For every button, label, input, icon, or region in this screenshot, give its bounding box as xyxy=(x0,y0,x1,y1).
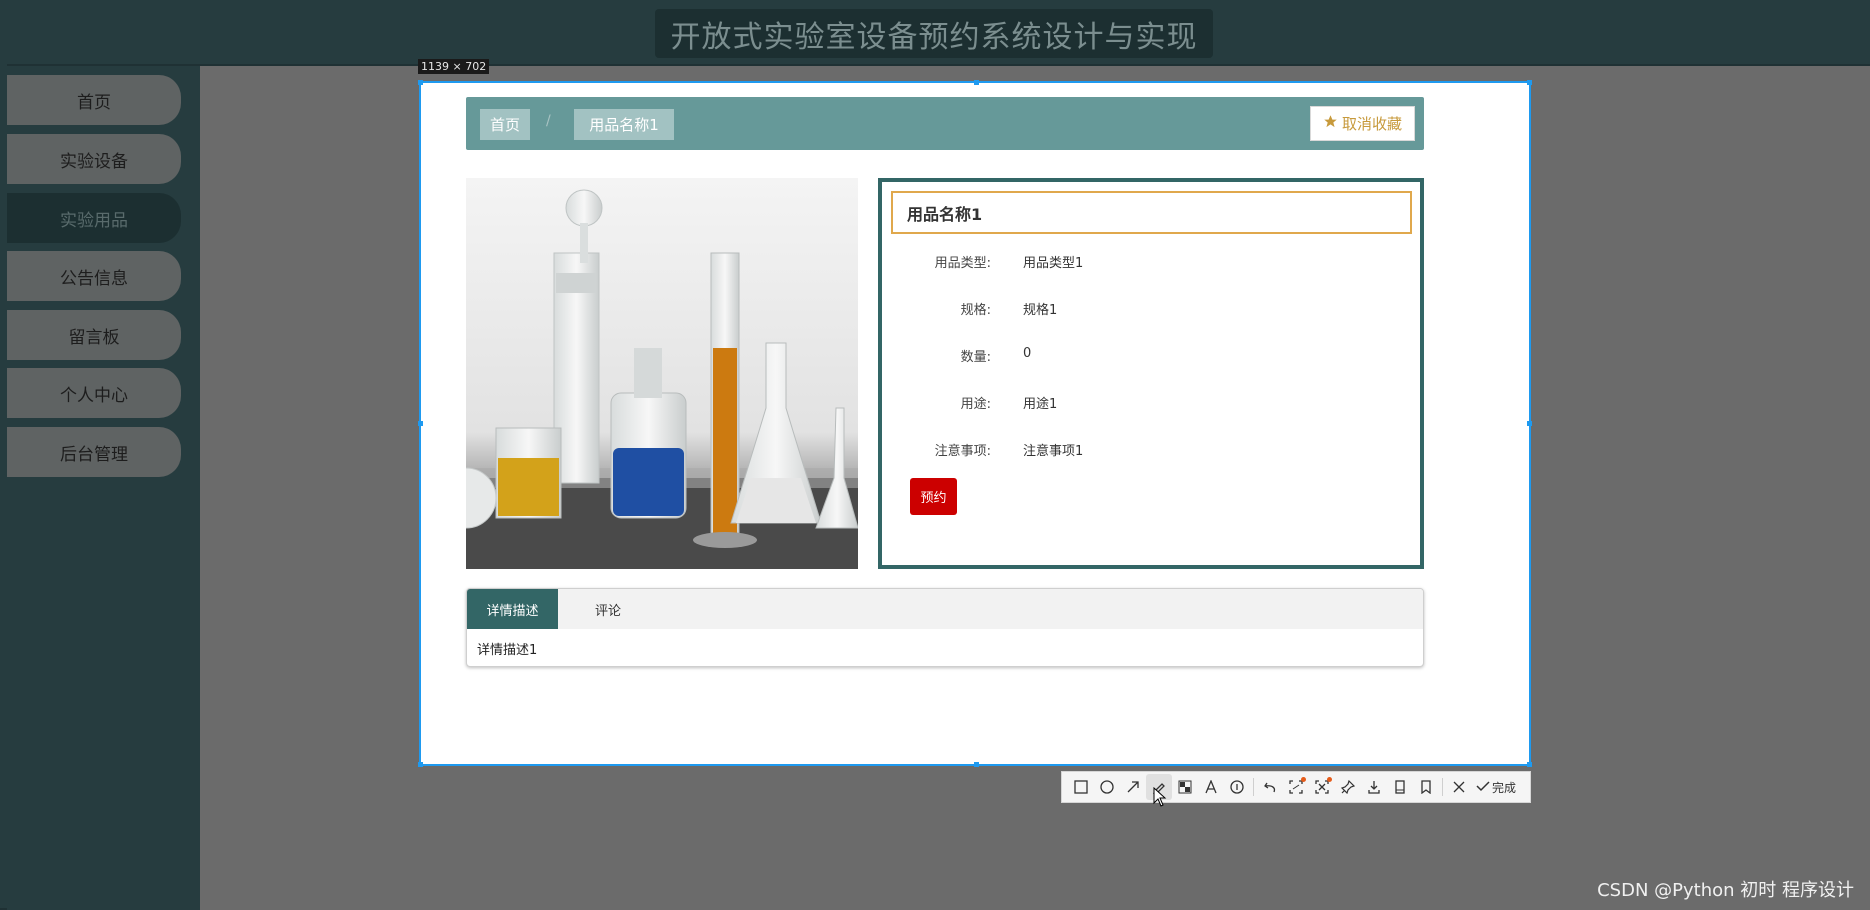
sidebar-item-personal-center[interactable]: 个人中心 xyxy=(7,368,181,418)
new-badge xyxy=(1327,777,1332,782)
rectangle-icon[interactable] xyxy=(1068,774,1094,800)
resize-handle[interactable] xyxy=(1527,421,1532,426)
toolbar-divider xyxy=(1442,778,1443,796)
field-value: 用途1 xyxy=(1023,397,1058,412)
undo-icon[interactable] xyxy=(1257,774,1283,800)
field-row-spec: 规格: 规格1 xyxy=(882,299,1412,319)
watermark: CSDN @Python 初时 程序设计 xyxy=(1597,880,1854,901)
breadcrumb-current: 用品名称1 xyxy=(574,109,674,140)
done-label: 完成 xyxy=(1492,780,1517,795)
check-icon xyxy=(1476,779,1490,796)
save-icon[interactable] xyxy=(1413,774,1439,800)
field-row-usage: 用途: 用途1 xyxy=(882,393,1412,413)
field-label: 注意事项: xyxy=(934,444,991,459)
field-row-notes: 注意事项: 注意事项1 xyxy=(882,440,1412,460)
field-value: 注意事项1 xyxy=(1023,444,1084,459)
close-icon[interactable] xyxy=(1446,774,1472,800)
reserve-button[interactable]: 预约 xyxy=(910,478,957,515)
download-icon[interactable] xyxy=(1361,774,1387,800)
field-label: 用途: xyxy=(960,397,991,412)
product-name: 用品名称1 xyxy=(891,191,1412,234)
field-label: 数量: xyxy=(960,350,991,365)
app-title: 开放式实验室设备预约系统设计与实现 xyxy=(655,9,1213,58)
done-button[interactable]: 完成 xyxy=(1476,779,1516,796)
field-label: 规格: xyxy=(960,303,991,318)
sidebar-item-home[interactable]: 首页 xyxy=(7,75,181,125)
sidebar-item-announcements[interactable]: 公告信息 xyxy=(7,251,181,301)
toolbar-divider xyxy=(1253,778,1254,796)
mouse-cursor-icon xyxy=(1153,786,1167,811)
long-screenshot-icon[interactable] xyxy=(1387,774,1413,800)
screenshot-selection-frame[interactable]: 首页 / 用品名称1 取消收藏 用品名称1 用品类型: 用品类型1 规格: 规格… xyxy=(418,80,1532,767)
arrow-icon[interactable] xyxy=(1120,774,1146,800)
product-image xyxy=(466,178,858,569)
field-value: 用品类型1 xyxy=(1023,256,1084,271)
field-label: 用品类型: xyxy=(934,256,991,271)
pin-icon[interactable] xyxy=(1335,774,1361,800)
resize-handle[interactable] xyxy=(1527,762,1532,767)
sidebar-item-message-board[interactable]: 留言板 xyxy=(7,310,181,360)
resize-handle[interactable] xyxy=(418,80,423,85)
resize-handle[interactable] xyxy=(418,421,423,426)
scan-icon[interactable] xyxy=(1309,774,1335,800)
text-icon[interactable] xyxy=(1198,774,1224,800)
sidebar-item-admin[interactable]: 后台管理 xyxy=(7,427,181,477)
field-value: 规格1 xyxy=(1023,303,1058,318)
field-value: 0 xyxy=(1023,346,1032,361)
breadcrumb-home[interactable]: 首页 xyxy=(480,109,530,140)
resize-handle[interactable] xyxy=(974,80,979,85)
field-row-quantity: 数量: 0 xyxy=(882,346,1412,366)
tab-description[interactable]: 详情描述 xyxy=(467,589,558,629)
new-badge xyxy=(1301,777,1306,782)
mosaic-icon[interactable] xyxy=(1172,774,1198,800)
unfavorite-button[interactable]: 取消收藏 xyxy=(1310,106,1415,141)
top-header: 开放式实验室设备预约系统设计与实现 xyxy=(0,0,1870,66)
star-icon xyxy=(1323,114,1338,133)
tab-header: 详情描述 评论 xyxy=(467,589,1423,629)
product-detail-panel: 用品名称1 用品类型: 用品类型1 规格: 规格1 数量: 0 用途: 用途1 … xyxy=(878,178,1424,569)
sidebar-item-lab-supplies[interactable]: 实验用品 xyxy=(7,193,181,243)
breadcrumb-separator: / xyxy=(546,113,551,129)
resize-handle[interactable] xyxy=(1527,80,1532,85)
selection-size-label: 1139 × 702 xyxy=(418,59,490,74)
breadcrumb: 首页 / 用品名称1 取消收藏 xyxy=(466,97,1424,150)
ellipse-icon[interactable] xyxy=(1094,774,1120,800)
detail-tabs: 详情描述 评论 详情描述1 xyxy=(466,588,1424,667)
unfavorite-label: 取消收藏 xyxy=(1341,115,1402,133)
number-icon[interactable] xyxy=(1224,774,1250,800)
tab-comments[interactable]: 评论 xyxy=(558,589,658,629)
resize-handle[interactable] xyxy=(418,762,423,767)
sidebar: 首页 实验设备 实验用品 公告信息 留言板 个人中心 后台管理 xyxy=(7,66,200,910)
left-edge-strip xyxy=(0,0,7,910)
field-row-type: 用品类型: 用品类型1 xyxy=(882,252,1412,272)
tab-content: 详情描述1 xyxy=(477,643,538,658)
sidebar-item-lab-equipment[interactable]: 实验设备 xyxy=(7,134,181,184)
screenshot-toolbar: 完成 xyxy=(1061,771,1531,803)
ocr-icon[interactable] xyxy=(1283,774,1309,800)
resize-handle[interactable] xyxy=(974,762,979,767)
